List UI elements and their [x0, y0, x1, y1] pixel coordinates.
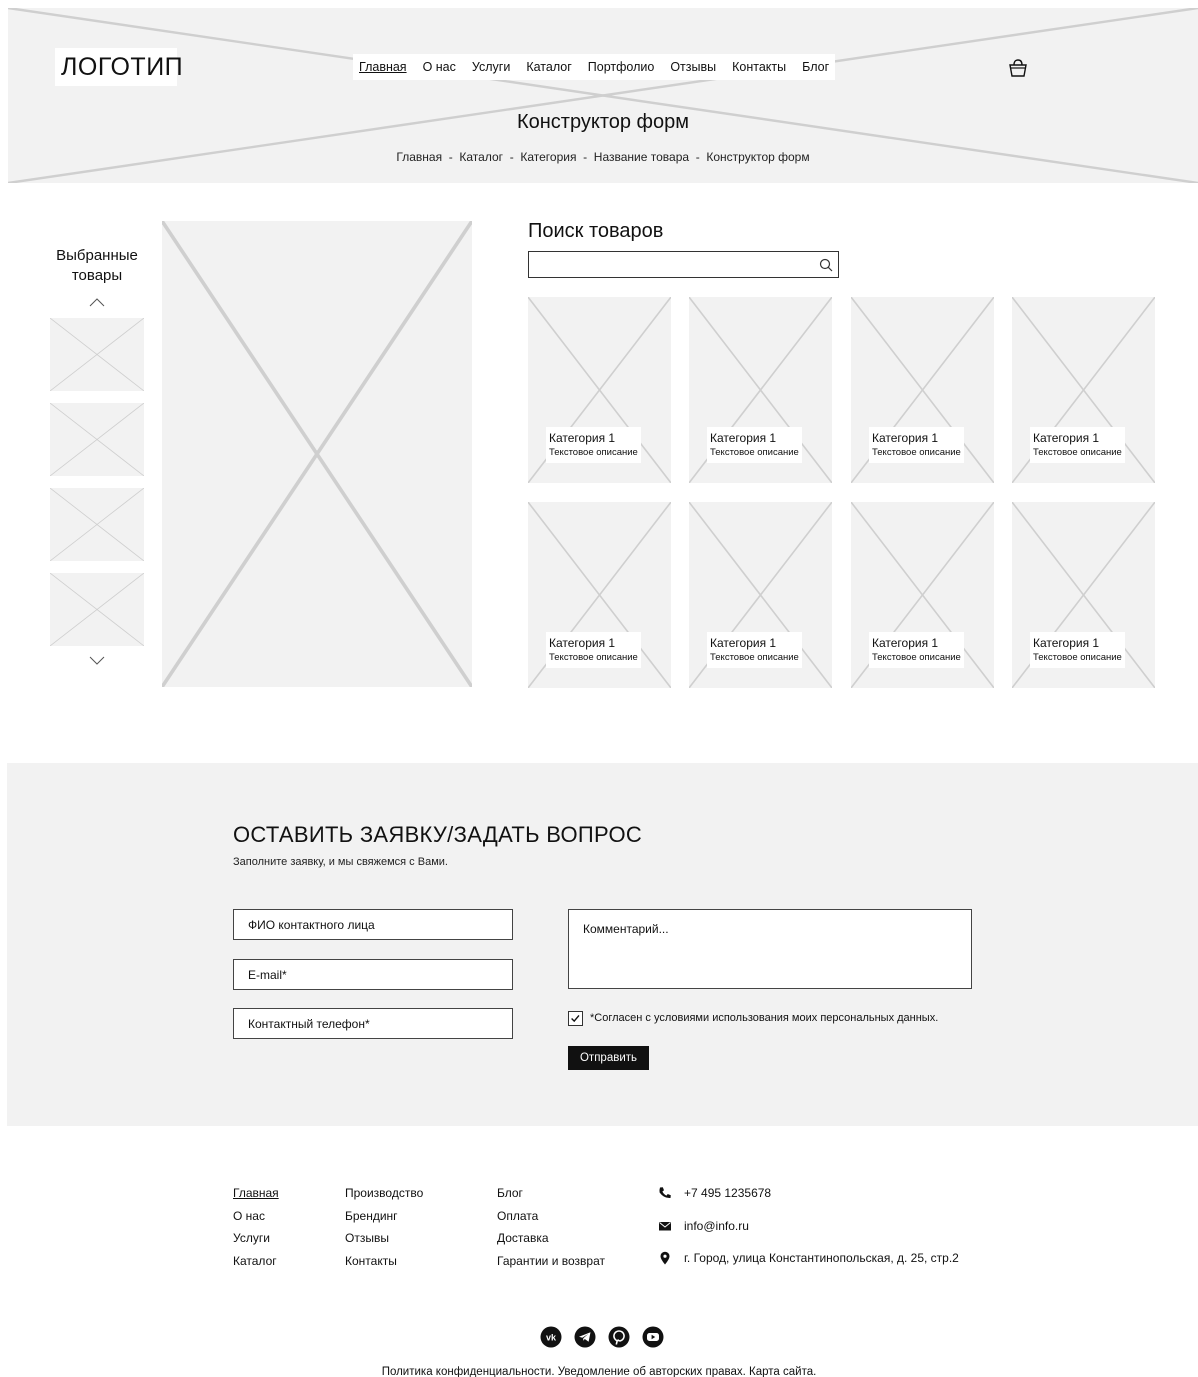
footer-link-catalog[interactable]: Каталог	[233, 1254, 279, 1277]
product-description: Текстовое описание	[872, 447, 961, 458]
footer-link-warranty[interactable]: Гарантии и возврат	[497, 1254, 605, 1277]
product-card[interactable]: Категория 1 Текстовое описание	[851, 502, 994, 688]
nav-item-contacts[interactable]: Контакты	[732, 60, 786, 74]
thumbnail[interactable]	[50, 318, 144, 391]
nav-item-reviews[interactable]: Отзывы	[670, 60, 716, 74]
product-title: Категория 1	[710, 431, 777, 445]
breadcrumb[interactable]: Главная - Каталог - Категория - Название…	[8, 150, 1198, 164]
footer-link-branding[interactable]: Брендинг	[345, 1209, 423, 1232]
product-card[interactable]: Категория 1 Текстовое описание	[528, 502, 671, 688]
phone-text: +7 495 1235678	[684, 1186, 772, 1200]
product-description: Текстовое описание	[710, 652, 799, 663]
svg-text:vk: vk	[546, 1333, 557, 1343]
search-input[interactable]	[528, 251, 839, 278]
product-description: Текстовое описание	[872, 652, 961, 663]
nav-item-portfolio[interactable]: Портфолио	[588, 60, 655, 74]
contact-phone[interactable]: +7 495 1235678	[658, 1186, 771, 1200]
name-field[interactable]	[233, 909, 513, 940]
phone-icon	[659, 1187, 671, 1199]
map-pin-icon	[660, 1251, 670, 1265]
chevron-down-icon[interactable]	[88, 654, 106, 666]
nav-item-blog[interactable]: Блог	[802, 60, 829, 74]
email-text: info@info.ru	[684, 1219, 749, 1233]
phone-field[interactable]	[233, 1008, 513, 1039]
product-card[interactable]: Категория 1 Текстовое описание	[851, 297, 994, 483]
product-title: Категория 1	[1033, 636, 1100, 650]
submit-button[interactable]: Отправить	[568, 1046, 649, 1070]
footer-link-services[interactable]: Услуги	[233, 1231, 279, 1254]
chevron-up-icon[interactable]	[88, 296, 106, 308]
product-card[interactable]: Категория 1 Текстовое описание	[689, 297, 832, 483]
product-title: Категория 1	[1033, 431, 1100, 445]
product-card[interactable]: Категория 1 Текстовое описание	[1012, 502, 1155, 688]
product-description: Текстовое описание	[1033, 652, 1122, 663]
footer-column-1: Главная О нас Услуги Каталог	[233, 1186, 279, 1276]
address-text: г. Город, улица Константинопольская, д. …	[684, 1251, 959, 1265]
product-card[interactable]: Категория 1 Текстовое описание	[689, 502, 832, 688]
product-description: Текстовое описание	[549, 652, 638, 663]
product-description: Текстовое описание	[549, 447, 638, 458]
footer-link-home[interactable]: Главная	[233, 1186, 279, 1209]
consent-checkbox[interactable]	[568, 1011, 583, 1026]
nav-item-catalog[interactable]: Каталог	[526, 60, 571, 74]
main-nav: Главная О нас Услуги Каталог Портфолио О…	[353, 54, 836, 80]
footer-link-reviews[interactable]: Отзывы	[345, 1231, 423, 1254]
pinterest-icon[interactable]	[608, 1326, 630, 1348]
footer-link-blog[interactable]: Блог	[497, 1186, 605, 1209]
selected-products-title: Выбранные товары	[56, 247, 138, 284]
logo[interactable]: ЛОГОТИП	[55, 48, 183, 86]
nav-item-home[interactable]: Главная	[359, 60, 407, 74]
product-title: Категория 1	[710, 636, 777, 650]
contact-email[interactable]: info@info.ru	[658, 1219, 749, 1233]
nav-item-about[interactable]: О нас	[423, 60, 456, 74]
footer-column-3: Блог Оплата Доставка Гарантии и возврат	[497, 1186, 605, 1276]
product-title: Категория 1	[549, 431, 616, 445]
nav-item-services[interactable]: Услуги	[472, 60, 510, 74]
header-banner: ЛОГОТИП Главная О нас Услуги Каталог Пор…	[8, 8, 1198, 183]
contact-address: г. Город, улица Константинопольская, д. …	[658, 1251, 959, 1265]
search-title: Поиск товаров	[528, 220, 664, 242]
product-description: Текстовое описание	[710, 447, 799, 458]
form-subtitle: Заполните заявку, и мы свяжемся с Вами.	[233, 856, 448, 868]
shopping-bag-icon[interactable]	[1007, 58, 1029, 78]
search-icon[interactable]	[819, 258, 833, 272]
form-title: ОСТАВИТЬ ЗАЯВКУ/ЗАДАТЬ ВОПРОС	[233, 822, 643, 847]
product-card[interactable]: Категория 1 Текстовое описание	[528, 297, 671, 483]
thumbnail[interactable]	[50, 573, 144, 646]
checkmark-icon	[571, 1015, 580, 1023]
thumbnail[interactable]	[50, 488, 144, 561]
social-links: vk	[540, 1326, 664, 1348]
youtube-icon[interactable]	[642, 1326, 664, 1348]
product-title: Категория 1	[872, 431, 939, 445]
product-description: Текстовое описание	[1033, 447, 1122, 458]
page-title: Конструктор форм	[516, 111, 690, 133]
legal-links[interactable]: Политика конфиденциальности. Уведомление…	[0, 1366, 1198, 1377]
telegram-icon[interactable]	[574, 1326, 596, 1348]
mail-icon	[659, 1222, 671, 1231]
footer-link-delivery[interactable]: Доставка	[497, 1231, 605, 1254]
main-product-image	[162, 221, 472, 687]
footer-link-contacts[interactable]: Контакты	[345, 1254, 423, 1277]
thumbnail[interactable]	[50, 403, 144, 476]
footer-column-2: Производство Брендинг Отзывы Контакты	[345, 1186, 423, 1276]
product-title: Категория 1	[872, 636, 939, 650]
footer-link-payment[interactable]: Оплата	[497, 1209, 605, 1232]
vk-icon[interactable]: vk	[540, 1326, 562, 1348]
email-field[interactable]	[233, 959, 513, 990]
footer-link-production[interactable]: Производство	[345, 1186, 423, 1209]
product-title: Категория 1	[549, 636, 616, 650]
product-card[interactable]: Категория 1 Текстовое описание	[1012, 297, 1155, 483]
comment-field[interactable]	[568, 909, 972, 989]
footer-link-about[interactable]: О нас	[233, 1209, 279, 1232]
consent-label: *Согласен с условиями использования моих…	[590, 1012, 939, 1024]
